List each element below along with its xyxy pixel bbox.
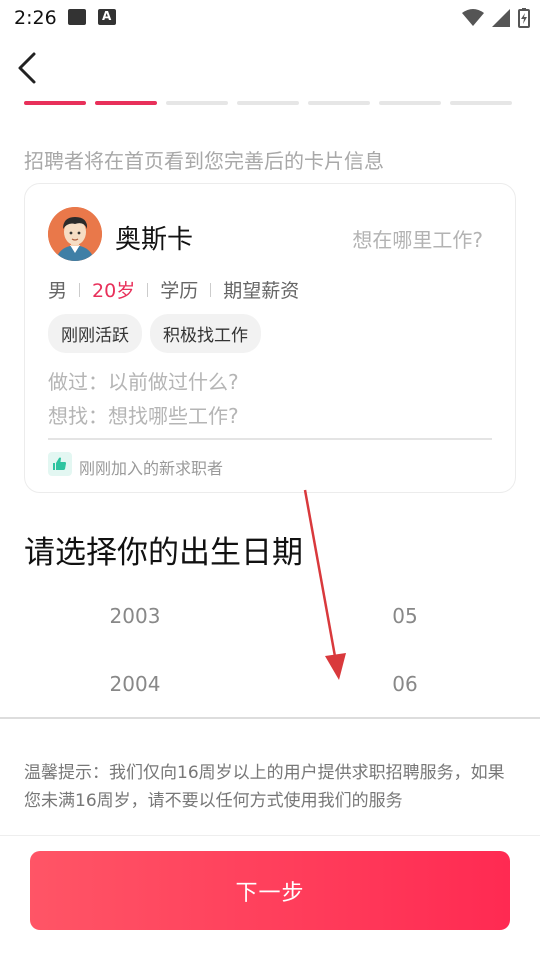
avatar-icon: [48, 207, 102, 261]
progress-segment: [24, 101, 86, 105]
wifi-icon: [462, 9, 484, 26]
new-seeker-label: 刚刚加入的新求职者: [79, 459, 224, 478]
progress-segment: [450, 101, 512, 105]
picker-overlay-divider: [0, 717, 540, 719]
progress-segment: [166, 101, 228, 105]
chip-actively-looking: 积极找工作: [150, 314, 261, 353]
notice-panel: 温馨提示：我们仅向16周岁以上的用户提供求职招聘服务，如果您未满16周岁，请不要…: [0, 735, 540, 835]
profile-attributes: 男 20岁 学历 期望薪资: [48, 276, 299, 303]
progress-segment: [95, 101, 157, 105]
back-button[interactable]: [12, 50, 48, 86]
month-option[interactable]: 05: [345, 604, 465, 628]
year-option[interactable]: 2003: [75, 604, 195, 628]
font-icon: [98, 9, 116, 25]
progress-segment: [379, 101, 441, 105]
status-bar: 2:26: [0, 0, 540, 36]
footer-divider: [0, 835, 540, 836]
want-where-placeholder: 想在哪里工作?: [352, 228, 483, 252]
next-step-button[interactable]: 下一步: [30, 851, 510, 930]
desired-jobs-placeholder: 想找：想找哪些工作?: [48, 404, 239, 428]
chevron-left-icon: [18, 52, 36, 84]
thumbs-up-icon: [48, 452, 72, 476]
age-notice: 温馨提示：我们仅向16周岁以上的用户提供求职招聘服务，如果您未满16周岁，请不要…: [24, 763, 505, 811]
step-progress: [24, 101, 512, 105]
year-option[interactable]: 2004: [75, 672, 195, 696]
status-chips: 刚刚活跃 积极找工作: [48, 314, 261, 353]
battery-icon: [518, 8, 530, 28]
status-time: 2:26: [14, 7, 57, 29]
signal-icon: [492, 9, 510, 27]
gallery-icon: [68, 9, 86, 25]
birthdate-title: 请选择你的出生日期: [24, 535, 303, 571]
progress-segment: [308, 101, 370, 105]
card-preview-hint: 招聘者将在首页看到您完善后的卡片信息: [24, 149, 384, 173]
past-jobs-placeholder: 做过：以前做过什么?: [48, 370, 239, 394]
card-divider: [48, 438, 492, 440]
user-name: 奥斯卡: [115, 225, 194, 255]
gender-label: 男: [48, 280, 68, 302]
education-label: 学历: [160, 280, 199, 302]
progress-segment: [237, 101, 299, 105]
chip-recently-active: 刚刚活跃: [48, 314, 142, 353]
avatar[interactable]: [48, 207, 102, 261]
profile-card-preview: 奥斯卡 想在哪里工作? 男 20岁 学历 期望薪资 刚刚活跃 积极找工作 做过：…: [24, 183, 516, 493]
salary-label: 期望薪资: [223, 280, 300, 302]
age-label: 20岁: [92, 280, 136, 302]
month-option[interactable]: 06: [345, 672, 465, 696]
birthdate-picker[interactable]: 2003 2004 2005 05 06 07: [0, 580, 540, 760]
